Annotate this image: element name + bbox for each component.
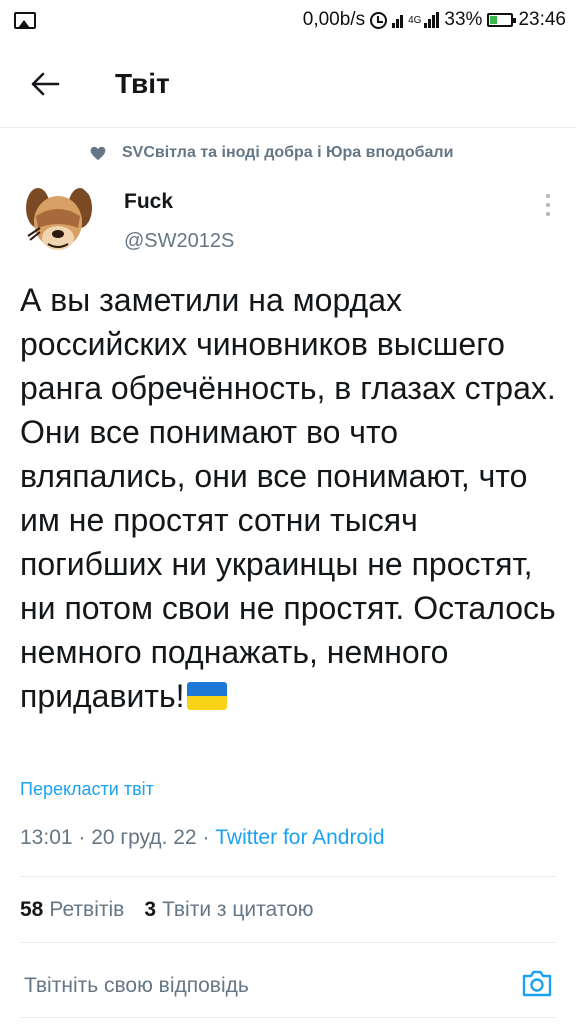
dot-icon (546, 212, 550, 216)
tweet-timestamp: 13:01 · 20 груд. 22 · (20, 826, 216, 849)
ukraine-flag-emoji (186, 682, 227, 710)
page-title: Твіт (115, 67, 170, 99)
social-context[interactable]: SVСвітла та іноді добра і Юра вподобали (90, 144, 556, 162)
battery-percent: 33% (444, 9, 483, 30)
translate-tweet-link[interactable]: Перекласти твіт (20, 779, 154, 800)
more-options-button[interactable] (538, 190, 558, 220)
quotes-count: 3 (144, 898, 156, 921)
clock: 23:46 (518, 9, 566, 30)
tweet-stats: 58 Ретвітів 3 Твіти з цитатою (20, 898, 314, 922)
tweet-text: А вы заметили на мордах российских чинов… (20, 282, 556, 714)
signal-icon (392, 12, 404, 28)
quotes-label: Твіти з цитатою (162, 898, 314, 921)
tweet-author: Fuck @SW2012S (18, 176, 558, 266)
retweets-stat[interactable]: 58 Ретвітів (20, 898, 124, 922)
dot-icon (546, 194, 550, 198)
network-type: 4G (408, 14, 422, 26)
quote-tweets-stat[interactable]: 3 Твіти з цитатою (144, 898, 313, 922)
reply-underline (20, 1017, 556, 1018)
dot-icon (546, 203, 550, 207)
dog-avatar-image (26, 188, 92, 250)
heart-icon (90, 146, 106, 160)
social-context-text: SVСвітла та іноді добра і Юра вподобали (122, 144, 454, 161)
retweets-count: 58 (20, 898, 44, 921)
reply-bar: Твітніть свою відповідь (0, 944, 576, 1024)
tweet-body: А вы заметили на мордах российских чинов… (20, 278, 556, 718)
camera-icon (522, 970, 552, 997)
divider (20, 876, 556, 877)
user-handle[interactable]: @SW2012S (124, 230, 234, 253)
alarm-icon (370, 11, 388, 29)
gallery-notification-icon (14, 11, 36, 29)
divider (20, 942, 556, 943)
battery-fill (490, 16, 498, 24)
battery-icon (487, 13, 517, 27)
flag-blue-stripe (186, 682, 227, 696)
status-bar: 0,00b/s 4G 33% 23:46 (0, 0, 576, 40)
signal-4g-icon (424, 12, 440, 28)
tweet-source-link[interactable]: Twitter for Android (215, 826, 384, 849)
retweets-label: Ретвітів (49, 898, 125, 921)
top-app-bar: Твіт (0, 40, 576, 128)
display-name[interactable]: Fuck (124, 190, 173, 214)
network-speed: 0,00b/s (302, 9, 366, 30)
avatar[interactable] (18, 180, 98, 260)
arrow-left-icon (31, 72, 60, 95)
tweet-meta: 13:01 · 20 груд. 22 · Twitter for Androi… (20, 826, 385, 850)
camera-button[interactable] (520, 966, 554, 1000)
reply-input[interactable]: Твітніть свою відповідь (24, 974, 249, 998)
flag-yellow-stripe (186, 696, 227, 710)
back-button[interactable] (15, 54, 75, 114)
